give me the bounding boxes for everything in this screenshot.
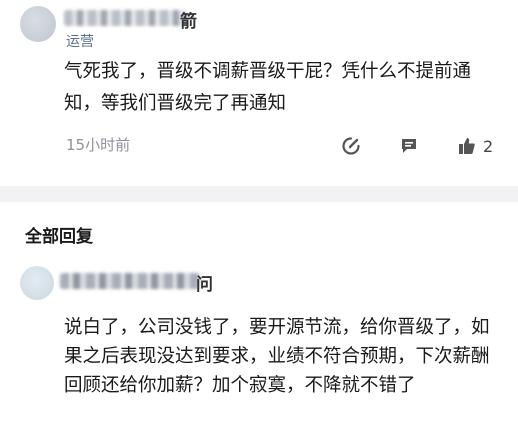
comment-button[interactable] xyxy=(399,136,419,156)
edit-button[interactable] xyxy=(341,136,361,156)
thumbs-up-icon xyxy=(457,136,477,156)
author-name-blurred xyxy=(64,10,186,26)
reply-author-name[interactable]: 问 xyxy=(196,270,213,295)
message-icon xyxy=(399,136,419,156)
reply-author-name-blurred xyxy=(60,273,200,289)
replies-heading: 全部回复 xyxy=(25,227,93,247)
post-time: 15小时前 xyxy=(66,136,131,154)
like-count: 2 xyxy=(483,136,494,156)
edit-icon xyxy=(341,136,361,156)
reply-content: 说白了，公司没钱了，要开源节流，给你晋级了，如果之后表现没达到要求，业绩不符合预… xyxy=(64,317,490,396)
section-divider xyxy=(0,186,518,202)
post-card: 箭 运营 气死我了，晋级不调薪晋级干屁？凭什么不提前通知，等我们晋级完了再通知 … xyxy=(0,0,518,186)
author-avatar[interactable] xyxy=(20,6,56,42)
author-role: 运营 xyxy=(66,34,94,50)
post-content: 气死我了，晋级不调薪晋级干屁？凭什么不提前通知，等我们晋级完了再通知 xyxy=(64,61,472,114)
like-button[interactable]: 2 xyxy=(457,136,493,156)
reply-author-avatar[interactable] xyxy=(20,266,54,300)
author-name[interactable]: 箭 xyxy=(180,7,197,32)
